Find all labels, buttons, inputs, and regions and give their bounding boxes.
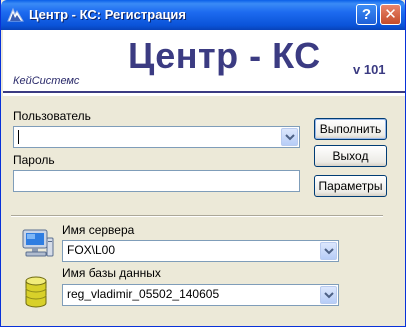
text-caret — [18, 130, 19, 144]
user-combobox[interactable] — [13, 126, 300, 148]
version-label: v 101 — [353, 62, 386, 77]
server-dropdown-button[interactable] — [320, 242, 337, 260]
separator — [11, 215, 383, 217]
db-combobox[interactable]: reg_vladimir_05502_140605 — [62, 284, 339, 306]
user-label: Пользователь — [13, 109, 91, 123]
execute-button[interactable]: Выполнить — [314, 118, 387, 140]
close-button[interactable]: ✕ — [380, 4, 401, 25]
computer-icon — [21, 228, 55, 265]
app-icon — [7, 7, 24, 22]
banner-divider — [3, 91, 405, 93]
exit-button[interactable]: Выход — [314, 145, 387, 167]
close-icon: ✕ — [384, 6, 397, 23]
user-dropdown-button[interactable] — [281, 128, 298, 146]
product-title: Центр - КС — [128, 35, 321, 76]
chevron-down-icon — [285, 134, 295, 141]
title-bar[interactable]: Центр - КС: Регистрация ? ✕ — [1, 0, 405, 30]
help-button[interactable]: ? — [356, 4, 377, 25]
db-dropdown-button[interactable] — [320, 286, 337, 304]
window-title: Центр - КС: Регистрация — [29, 7, 187, 22]
params-button[interactable]: Параметры — [314, 175, 387, 197]
database-icon — [25, 276, 47, 313]
db-value: reg_vladimir_05502_140605 — [67, 287, 220, 301]
server-combobox[interactable]: FOX\L00 — [62, 240, 339, 262]
company-label: КейСистемс — [13, 75, 80, 87]
db-label: Имя базы данных — [62, 266, 161, 280]
chevron-down-icon — [324, 248, 334, 255]
chevron-down-icon — [324, 292, 334, 299]
login-window: Центр - КС: Регистрация ? ✕ Центр - КС v… — [0, 0, 406, 327]
help-icon: ? — [361, 6, 372, 23]
server-label: Имя сервера — [62, 223, 135, 237]
banner: Центр - КС v 101 КейСистемс — [3, 30, 405, 96]
server-value: FOX\L00 — [67, 243, 116, 257]
password-field[interactable] — [13, 170, 300, 192]
password-label: Пароль — [13, 153, 55, 167]
